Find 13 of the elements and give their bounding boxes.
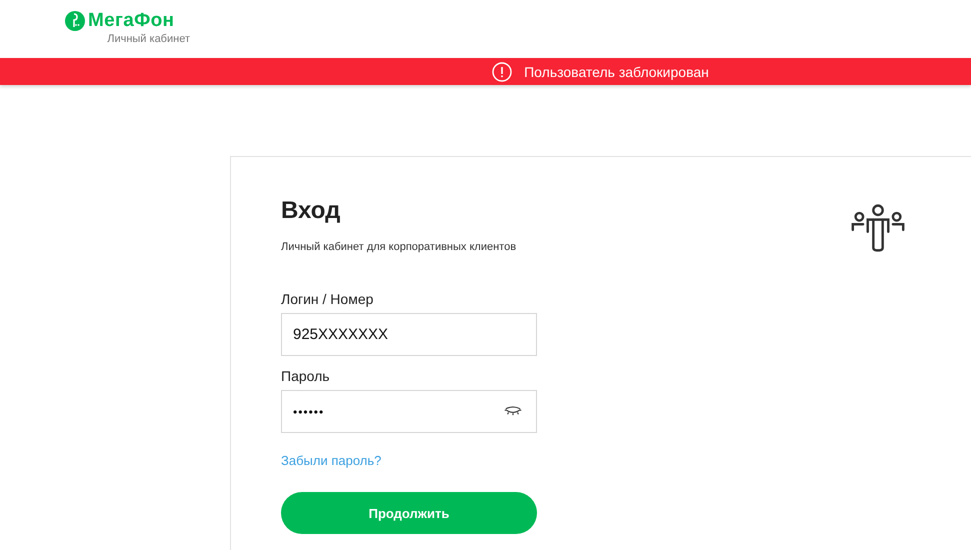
login-title: Вход — [281, 197, 342, 225]
field-label: Логин / Номер — [281, 291, 374, 307]
alert-message: Пользователь заблокирован — [524, 64, 709, 80]
logo-icon — [65, 11, 85, 31]
warning-icon — [492, 62, 512, 82]
brand-subtitle: Личный кабинет — [107, 33, 190, 45]
login-field[interactable]: 925XXXXXXX — [281, 313, 537, 356]
people-icon — [850, 203, 906, 253]
closed-eye-icon[interactable] — [504, 406, 522, 417]
brand-name: МегаФон — [88, 10, 174, 32]
password-field[interactable]: •••••• — [281, 390, 537, 433]
field-label: Пароль — [281, 368, 331, 384]
login-subtitle: Личный кабинет для корпоративных клиентов — [281, 241, 516, 253]
